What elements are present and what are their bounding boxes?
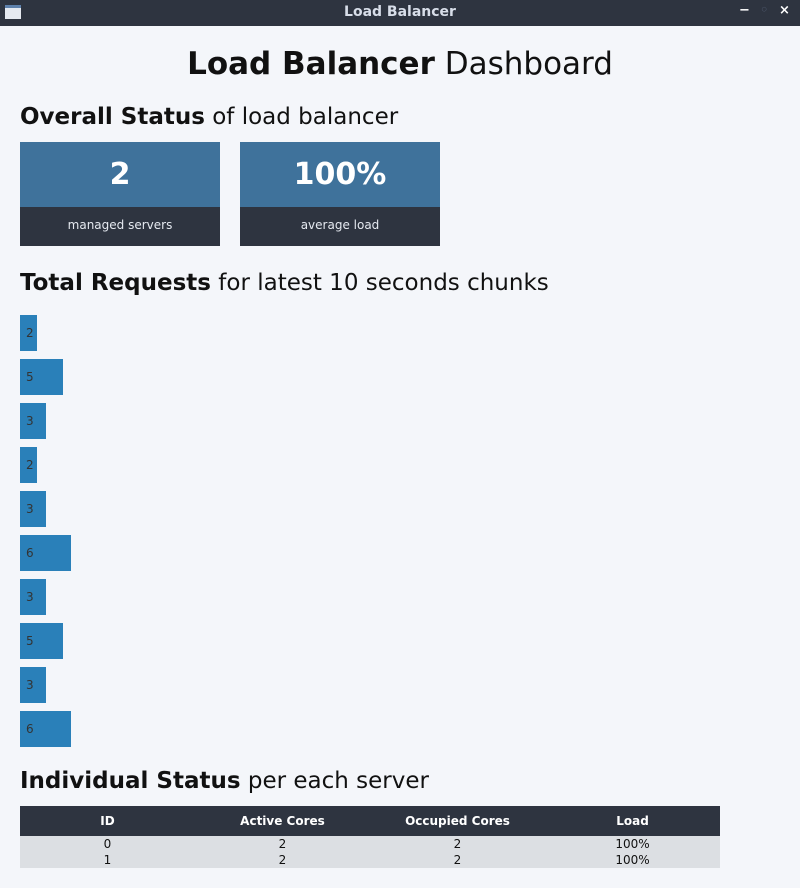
- cell-occupied-cores: 2: [370, 852, 545, 868]
- average-load-card: 100% average load: [240, 142, 440, 246]
- maximize-icon[interactable]: ◦: [760, 3, 768, 18]
- table-row: 0 2 2 100%: [20, 836, 720, 852]
- request-bar-label: 3: [26, 502, 34, 516]
- window-title: Load Balancer: [344, 4, 456, 20]
- table-row: 1 2 2 100%: [20, 852, 720, 868]
- individual-status-heading-light: per each server: [247, 768, 429, 794]
- cell-load: 100%: [545, 836, 720, 852]
- cell-id: 1: [20, 852, 195, 868]
- page-title-bold: Load Balancer: [187, 46, 435, 82]
- request-bar-label: 5: [26, 634, 34, 648]
- column-header-id: ID: [20, 806, 195, 836]
- window-titlebar: Load Balancer − ◦ ×: [0, 0, 800, 26]
- column-header-load: Load: [545, 806, 720, 836]
- table-header-row: ID Active Cores Occupied Cores Load: [20, 806, 720, 836]
- overall-status-heading-bold: Overall Status: [20, 104, 205, 130]
- cell-active-cores: 2: [195, 852, 370, 868]
- minimize-icon[interactable]: −: [739, 3, 750, 18]
- server-status-table: ID Active Cores Occupied Cores Load 0 2 …: [20, 806, 720, 868]
- managed-servers-card: 2 managed servers: [20, 142, 220, 246]
- request-bar-label: 3: [26, 590, 34, 604]
- total-requests-heading-bold: Total Requests: [20, 270, 211, 296]
- cell-occupied-cores: 2: [370, 836, 545, 852]
- overall-status-heading: Overall Status of load balancer: [20, 104, 398, 130]
- average-load-value: 100%: [240, 142, 440, 207]
- total-requests-heading-light: for latest 10 seconds chunks: [218, 270, 549, 296]
- managed-servers-value: 2: [20, 142, 220, 207]
- request-bar-label: 2: [26, 326, 34, 340]
- page-title: Load Balancer Dashboard: [0, 46, 800, 82]
- column-header-occupied-cores: Occupied Cores: [370, 806, 545, 836]
- request-bar-label: 3: [26, 414, 34, 428]
- request-bar-label: 5: [26, 370, 34, 384]
- individual-status-heading: Individual Status per each server: [20, 768, 429, 794]
- request-bar-label: 2: [26, 458, 34, 472]
- total-requests-heading: Total Requests for latest 10 seconds chu…: [20, 270, 549, 296]
- request-bar-label: 6: [26, 546, 34, 560]
- close-icon[interactable]: ×: [779, 3, 790, 18]
- request-bar-label: 3: [26, 678, 34, 692]
- cell-id: 0: [20, 836, 195, 852]
- managed-servers-label: managed servers: [20, 207, 220, 246]
- overall-status-heading-light: of load balancer: [212, 104, 399, 130]
- cell-active-cores: 2: [195, 836, 370, 852]
- page-title-light: Dashboard: [444, 46, 613, 82]
- column-header-active-cores: Active Cores: [195, 806, 370, 836]
- request-bar-label: 6: [26, 722, 34, 736]
- individual-status-heading-bold: Individual Status: [20, 768, 241, 794]
- cell-load: 100%: [545, 852, 720, 868]
- average-load-label: average load: [240, 207, 440, 246]
